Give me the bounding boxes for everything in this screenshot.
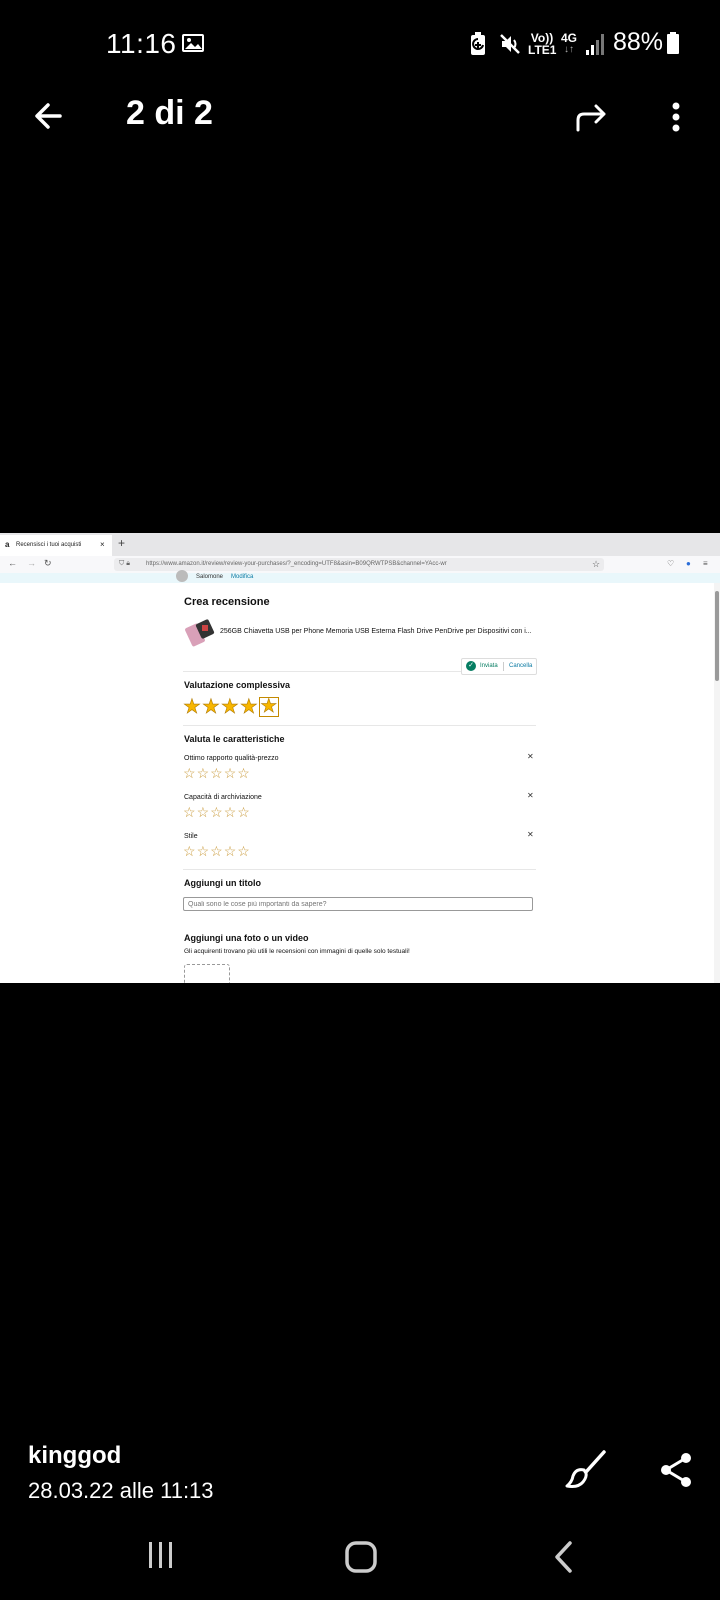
network-type-label: 4G	[560, 31, 577, 45]
brush-icon[interactable]	[564, 1448, 608, 1492]
clear-rating-icon[interactable]: ✕	[527, 830, 534, 839]
product-thumbnail	[185, 619, 215, 647]
clear-rating-icon[interactable]: ✕	[527, 791, 534, 800]
media-hint: Gli acquirenti trovano più utili le rece…	[184, 948, 410, 955]
forward-icon[interactable]	[572, 98, 612, 138]
feature-label: Ottimo rapporto qualità-prezzo	[184, 755, 279, 762]
menu-icon[interactable]: ≡	[703, 559, 708, 568]
gallery-icon	[182, 34, 204, 52]
browser-nav-bar: ← → ↻ ⛉ 🔒︎ https://www.amazon.it/review/…	[0, 556, 720, 573]
signal-icon	[586, 34, 604, 55]
new-tab-icon[interactable]: +	[118, 536, 125, 550]
amazon-favicon-icon: a	[5, 540, 10, 549]
lock-icon: ⛉ 🔒︎	[119, 560, 130, 567]
star-outline-icon[interactable]: ☆	[197, 805, 210, 819]
battery-saver-icon	[471, 32, 485, 55]
star-outline-icon[interactable]: ☆	[210, 766, 223, 780]
feature-star-rating[interactable]: ☆ ☆ ☆ ☆ ☆	[183, 766, 250, 780]
more-options-icon[interactable]	[664, 98, 688, 138]
feature-label: Stile	[184, 833, 198, 840]
bookmark-star-icon[interactable]: ☆	[592, 559, 600, 570]
status-bar: 11:16 Vo)) LTE1 4G ↓↑ 88%	[0, 0, 720, 88]
star-icon[interactable]: ★	[221, 697, 240, 718]
sent-label: Inviata	[480, 663, 498, 669]
nav-back-icon[interactable]	[552, 1540, 576, 1574]
clear-rating-icon[interactable]: ✕	[527, 752, 534, 761]
status-separator	[503, 662, 504, 671]
avatar	[176, 570, 188, 582]
feature-star-rating[interactable]: ☆ ☆ ☆ ☆ ☆	[183, 844, 250, 858]
share-icon[interactable]	[656, 1450, 696, 1490]
back-button[interactable]	[30, 96, 70, 136]
star-icon[interactable]: ★	[202, 697, 221, 718]
feature-label: Capacità di archiviazione	[184, 794, 262, 801]
star-outline-icon[interactable]: ☆	[183, 766, 196, 780]
star-icon[interactable]: ★	[183, 697, 202, 718]
cancel-link[interactable]: Cancella	[509, 663, 532, 669]
star-outline-icon[interactable]: ☆	[210, 805, 223, 819]
volte-indicator: Vo)) LTE1	[528, 32, 556, 56]
user-bar: Salomone Modifica	[0, 570, 720, 583]
scrollbar-thumb[interactable]	[715, 591, 719, 681]
owner-name: kinggod	[28, 1442, 122, 1469]
data-arrows-icon: ↓↑	[564, 44, 574, 55]
volte-bottom: LTE1	[528, 43, 557, 57]
review-title-input[interactable]	[183, 897, 533, 911]
reload-icon[interactable]: ↻	[44, 558, 52, 569]
feature-star-rating[interactable]: ☆ ☆ ☆ ☆ ☆	[183, 805, 250, 819]
url-text: https://www.amazon.it/review/review-your…	[146, 561, 447, 567]
mute-icon	[500, 34, 520, 54]
features-heading: Valuta le caratteristiche	[184, 734, 285, 744]
recents-icon[interactable]	[146, 1540, 176, 1570]
browser-tab-title: Recensisci i tuoi acquisti	[16, 542, 82, 548]
star-outline-icon[interactable]: ☆	[183, 805, 196, 819]
edit-profile-link[interactable]: Modifica	[231, 574, 253, 580]
overall-rating-heading: Valutazione complessiva	[184, 680, 291, 690]
check-icon: ✓	[466, 661, 476, 671]
star-outline-icon[interactable]: ☆	[237, 766, 250, 780]
screenshot-image: a Recensisci i tuoi acquisti × + ← → ↻ ⛉…	[0, 533, 720, 983]
pocket-icon[interactable]: ♡	[667, 559, 674, 568]
overall-star-rating[interactable]: ★ ★ ★ ★ ★	[183, 697, 279, 717]
user-name: Salomone	[196, 574, 224, 580]
divider	[183, 725, 536, 726]
star-outline-icon[interactable]: ☆	[237, 805, 250, 819]
browser-tab-strip: a Recensisci i tuoi acquisti × +	[0, 533, 720, 556]
network-type-indicator: 4G ↓↑	[560, 32, 578, 56]
star-icon[interactable]: ★	[240, 697, 259, 718]
url-bar[interactable]: ⛉ 🔒︎ https://www.amazon.it/review/review…	[114, 558, 604, 571]
battery-percent: 88%	[613, 28, 664, 56]
star-outline-icon[interactable]: ☆	[224, 766, 237, 780]
capture-date: 28.03.22 alle 11:13	[28, 1478, 214, 1503]
add-media-heading: Aggiungi una foto o un video	[184, 933, 309, 943]
star-outline-icon[interactable]: ☆	[197, 766, 210, 780]
browser-tab[interactable]: a Recensisci i tuoi acquisti ×	[0, 535, 112, 556]
add-title-heading: Aggiungi un titolo	[184, 878, 261, 888]
browser-forward-icon[interactable]: →	[27, 558, 36, 568]
status-clock: 11:16	[106, 28, 177, 59]
star-outline-icon[interactable]: ☆	[237, 844, 250, 858]
product-title[interactable]: 256GB Chiavetta USB per Phone Memoria US…	[220, 628, 532, 635]
star-outline-icon[interactable]: ☆	[183, 844, 196, 858]
submission-status: ✓ Inviata Cancella	[461, 658, 537, 675]
divider	[183, 869, 536, 870]
review-heading: Crea recensione	[184, 596, 270, 608]
tab-close-icon[interactable]: ×	[100, 540, 105, 549]
extension-icon[interactable]: ●	[686, 559, 691, 568]
battery-icon	[667, 32, 679, 54]
media-upload-box[interactable]	[184, 964, 230, 983]
browser-back-icon[interactable]: ←	[8, 558, 17, 568]
star-outline-icon[interactable]: ☆	[197, 844, 210, 858]
star-outline-icon[interactable]: ☆	[210, 844, 223, 858]
page-counter: 2 di 2	[126, 94, 213, 132]
star-outline-icon[interactable]: ☆	[224, 844, 237, 858]
home-icon[interactable]	[344, 1540, 378, 1574]
star-half-icon[interactable]: ★	[258, 697, 279, 717]
star-outline-icon[interactable]: ☆	[224, 805, 237, 819]
